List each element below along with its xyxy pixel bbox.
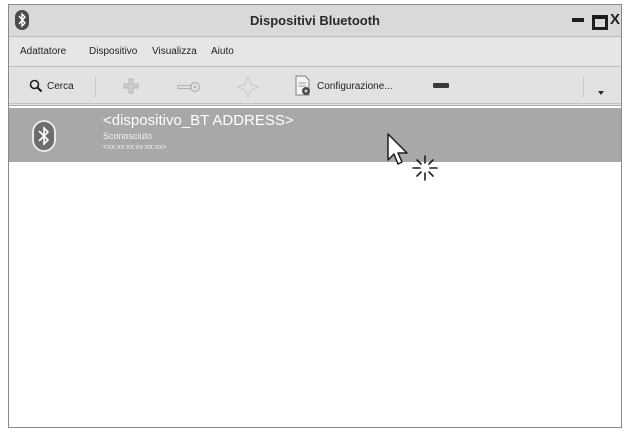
toolbar-separator xyxy=(583,77,584,97)
device-name: <dispositivo_BT ADDRESS> xyxy=(103,112,294,129)
search-button[interactable]: Cerca xyxy=(25,74,85,98)
device-list: <dispositivo_BT ADDRESS> Sconosciuto <xx… xyxy=(9,105,621,427)
toolbar: Cerca Configurazione... xyxy=(9,68,621,104)
mouse-cursor-icon xyxy=(379,132,443,193)
document-gear-icon xyxy=(295,75,311,102)
close-icon[interactable]: X xyxy=(610,12,624,27)
toolbar-separator xyxy=(95,77,96,97)
minimize-icon[interactable] xyxy=(571,13,585,27)
chevron-down-icon[interactable] xyxy=(597,83,605,101)
search-label: Cerca xyxy=(47,81,74,92)
plus-icon[interactable] xyxy=(123,78,139,99)
star-icon[interactable] xyxy=(236,75,260,103)
key-icon[interactable] xyxy=(177,80,201,98)
menu-visualizza[interactable]: Visualizza xyxy=(152,46,197,57)
menu-aiuto[interactable]: Aiuto xyxy=(211,46,234,57)
device-row[interactable]: <dispositivo_BT ADDRESS> Sconosciuto <xx… xyxy=(9,108,621,162)
configuration-button[interactable]: Configurazione... xyxy=(293,73,405,99)
window-title: Dispositivi Bluetooth xyxy=(250,13,380,28)
minus-icon[interactable] xyxy=(433,83,449,88)
title-bar[interactable]: Dispositivi Bluetooth X xyxy=(9,5,621,37)
menu-bar: Adattatore Dispositivo Visualizza Aiuto xyxy=(9,38,621,67)
maximize-icon[interactable] xyxy=(591,13,608,30)
device-address: <xx:xx:xx:xx:xx:xx> xyxy=(103,144,167,151)
configuration-label: Configurazione... xyxy=(317,81,393,92)
search-icon xyxy=(29,79,43,98)
bluetooth-devices-window: Dispositivi Bluetooth X Adattatore Dispo… xyxy=(8,4,622,428)
device-type: Sconosciuto xyxy=(103,131,153,141)
bluetooth-icon xyxy=(32,120,56,152)
menu-dispositivo[interactable]: Dispositivo xyxy=(89,46,137,57)
menu-adattatore[interactable]: Adattatore xyxy=(20,46,66,57)
